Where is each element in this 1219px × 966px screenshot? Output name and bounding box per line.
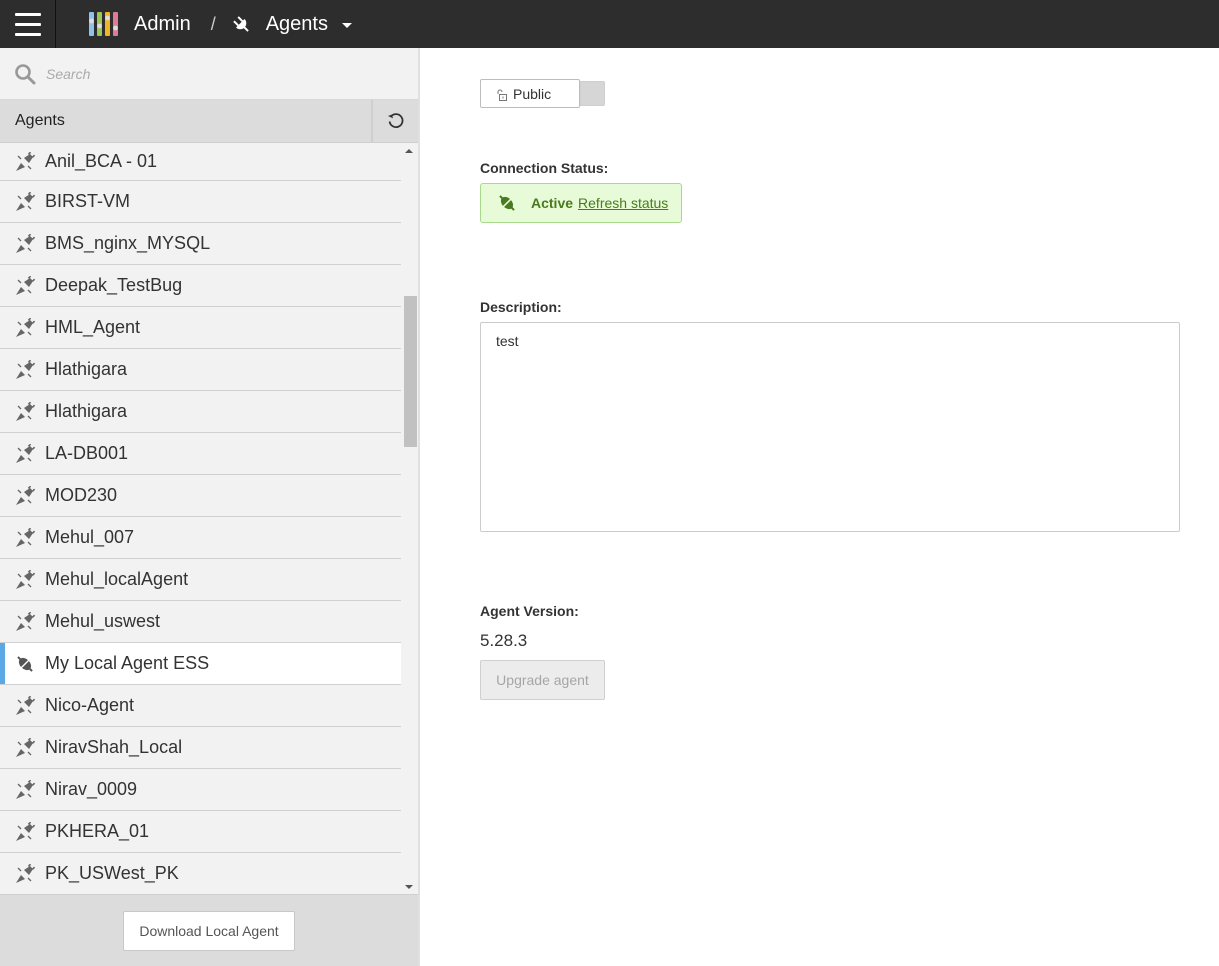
agent-name: PK_USWest_PK [45, 863, 179, 883]
list-item[interactable]: Nico-Agent [0, 685, 402, 727]
plug-disconnected-icon [16, 821, 36, 841]
list-item[interactable]: Nirav_0009 [0, 769, 402, 811]
agent-name: Anil_BCA - 01 [45, 151, 158, 171]
list-item[interactable]: NiravShah_Local [0, 727, 402, 769]
agent-detail-panel: Public Connection Status: Active Refresh… [422, 48, 1219, 966]
plug-disconnected-icon [16, 151, 36, 171]
plug-icon [232, 16, 249, 32]
breadcrumb: Admin / Agents [88, 11, 352, 37]
list-item[interactable]: LA-DB001 [0, 433, 402, 475]
plug-disconnected-icon [16, 863, 36, 883]
agent-name: Hlathigara [45, 359, 128, 379]
plug-connected-icon [499, 195, 515, 211]
agent-name: Nirav_0009 [45, 779, 138, 799]
search-icon [15, 63, 36, 84]
list-item[interactable]: My Local Agent ESS [0, 643, 402, 685]
scrollbar[interactable] [401, 143, 418, 895]
list-title: Agents [15, 112, 65, 129]
connection-status-label: Connection Status: [480, 160, 609, 176]
agent-name: NiravShah_Local [45, 737, 183, 757]
list-item[interactable]: MOD230 [0, 475, 402, 517]
agent-name: Nico-Agent [45, 695, 135, 715]
agent-version-label: Agent Version: [480, 603, 579, 619]
plug-disconnected-icon [16, 275, 36, 295]
list-header: Agents [0, 99, 418, 143]
unlock-icon [497, 89, 507, 101]
list-item[interactable]: Anil_BCA - 01 [0, 143, 402, 181]
agent-name: Mehul_uswest [45, 611, 161, 631]
connection-status-badge: Active Refresh status [480, 183, 682, 223]
plug-icon [17, 655, 33, 672]
public-button[interactable]: Public [480, 79, 580, 108]
search-input[interactable] [46, 65, 366, 82]
agent-name: MOD230 [45, 485, 118, 505]
agents-breadcrumb[interactable]: Agents [266, 13, 328, 36]
plug-disconnected-icon [16, 443, 36, 463]
agent-name: My Local Agent ESS [45, 653, 210, 673]
agent-name: PKHERA_01 [45, 821, 150, 841]
agent-name: BMS_nginx_MYSQL [45, 233, 211, 253]
list-item[interactable]: Hlathigara [0, 349, 402, 391]
refresh-list-button[interactable] [371, 99, 418, 143]
agent-name: BIRST-VM [45, 191, 131, 211]
list-item[interactable]: PK_USWest_PK [0, 853, 402, 895]
agent-name: Mehul_007 [45, 527, 135, 547]
plug-disconnected-icon [16, 569, 36, 589]
plug-disconnected-icon [16, 233, 36, 253]
description-label: Description: [480, 299, 562, 315]
search-bar [0, 48, 418, 100]
agent-name: HML_Agent [45, 317, 141, 337]
agent-name: LA-DB001 [45, 443, 129, 463]
admin-breadcrumb[interactable]: Admin [134, 13, 191, 36]
plug-disconnected-icon [16, 611, 36, 631]
list-item[interactable]: PKHERA_01 [0, 811, 402, 853]
agent-name: Mehul_localAgent [45, 569, 189, 589]
breadcrumb-separator: / [210, 13, 216, 34]
plug-disconnected-icon [16, 317, 36, 337]
app-logo-icon [89, 12, 118, 36]
scroll-up-arrow[interactable] [405, 149, 413, 153]
plug-disconnected-icon [16, 485, 36, 505]
agent-list-container: Anil_BCA - 01 BIRST-VM BMS_nginx_MYSQL Deep… [0, 143, 418, 895]
sidebar-footer: Download Local Agent [0, 894, 418, 966]
list-item[interactable]: Hlathigara [0, 391, 402, 433]
upgrade-agent-button[interactable]: Upgrade agent [480, 660, 605, 700]
list-item[interactable]: Mehul_007 [0, 517, 402, 559]
public-label: Public [513, 85, 552, 102]
plug-disconnected-icon [16, 191, 36, 211]
hamburger-line [14, 22, 41, 26]
agent-version-value: 5.28.3 [480, 631, 528, 650]
scroll-down-arrow[interactable] [405, 885, 413, 889]
list-item[interactable]: Mehul_uswest [0, 601, 402, 643]
visibility-toggle[interactable]: Public [480, 79, 605, 108]
plug-disconnected-icon [16, 779, 36, 799]
list-item[interactable]: BMS_nginx_MYSQL [0, 223, 402, 265]
description-field[interactable] [480, 322, 1180, 532]
refresh-status-link[interactable]: Refresh status [578, 195, 668, 211]
list-item[interactable]: Mehul_localAgent [0, 559, 402, 601]
plug-disconnected-icon [16, 527, 36, 547]
agent-name: Deepak_TestBug [45, 275, 183, 295]
toggle-switch[interactable] [580, 81, 605, 106]
agent-name: Hlathigara [45, 401, 128, 421]
agent-list: Anil_BCA - 01 BIRST-VM BMS_nginx_MYSQL Deep… [0, 143, 402, 895]
list-item[interactable]: Deepak_TestBug [0, 265, 402, 307]
plug-disconnected-icon [16, 401, 36, 421]
download-local-agent-button[interactable]: Download Local Agent [123, 910, 295, 951]
plug-disconnected-icon [16, 359, 36, 379]
list-item[interactable]: BIRST-VM [0, 181, 402, 223]
scroll-thumb[interactable] [404, 296, 417, 447]
plug-disconnected-icon [16, 695, 36, 715]
top-bar: Admin / Agents [0, 0, 1219, 48]
connection-status-value: Active [531, 195, 574, 211]
list-item[interactable]: HML_Agent [0, 307, 402, 349]
refresh-icon [387, 113, 403, 128]
hamburger-line [14, 12, 41, 16]
plug-disconnected-icon [16, 737, 36, 757]
menu-button[interactable] [0, 0, 56, 48]
sidebar: Agents Anil_BCA - 01 BIRST-VM BMS_nginx_MY… [0, 48, 420, 966]
chevron-down-icon[interactable] [341, 23, 352, 28]
hamburger-line [14, 32, 41, 36]
